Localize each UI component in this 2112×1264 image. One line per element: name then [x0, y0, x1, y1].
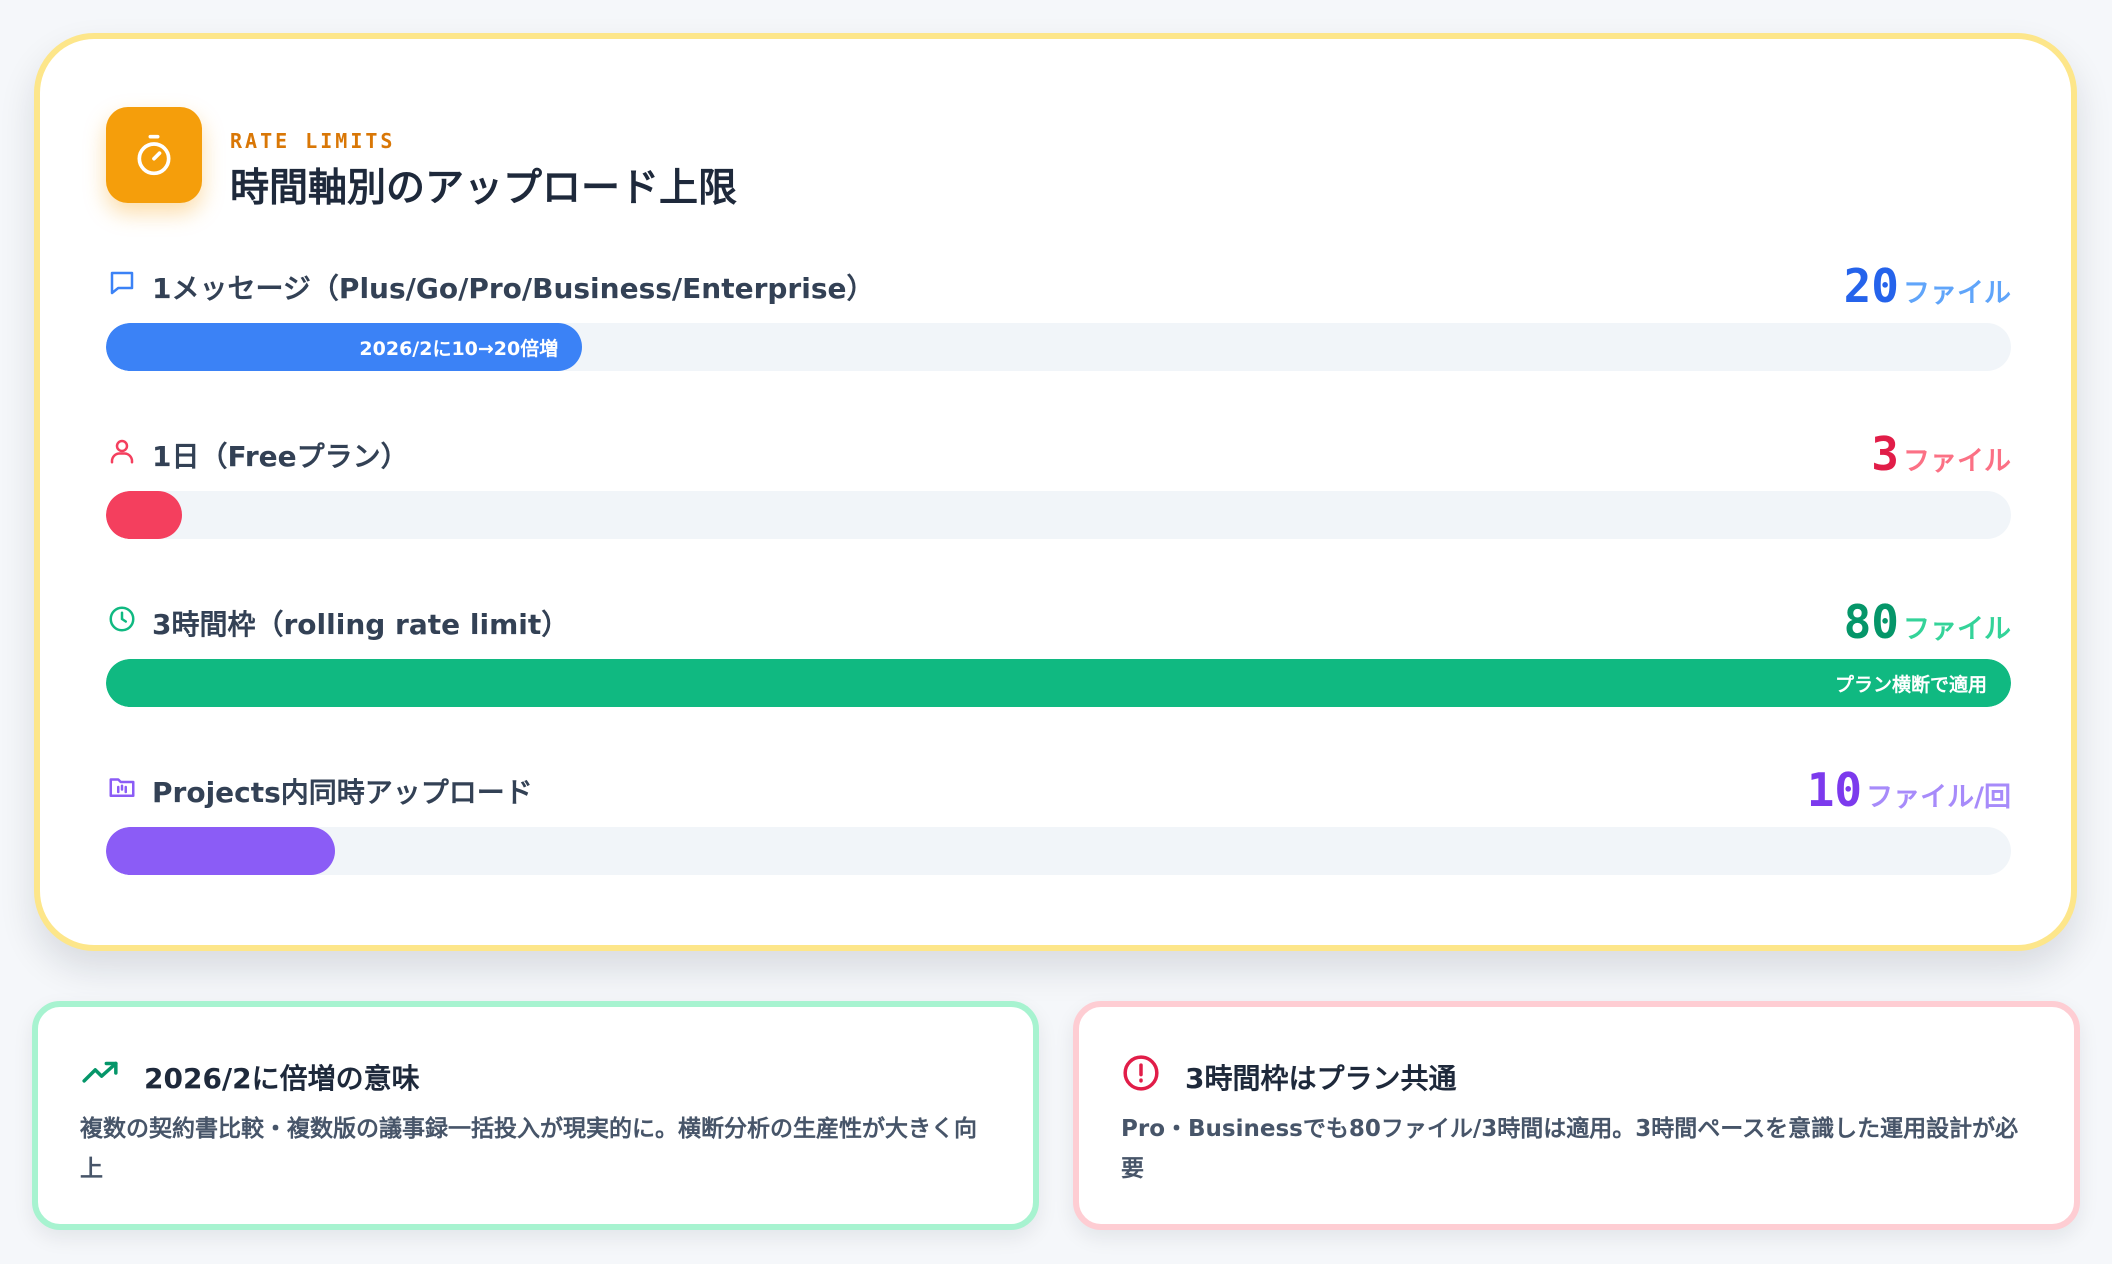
stopwatch-icon	[106, 107, 202, 203]
clock-icon	[106, 603, 138, 635]
limit-bar-fill: 2026/2に10→20倍増	[106, 323, 583, 371]
limit-number: 10	[1806, 763, 1863, 817]
alert-circle-icon	[1121, 1053, 1161, 1093]
limit-bar-fill: プラン横断で適用	[106, 659, 2011, 707]
limit-number: 80	[1843, 595, 1899, 649]
card-title: 時間軸別のアップロード上限	[230, 166, 738, 211]
limit-row-three-hour: 3時間枠（rolling rate limit） 80 ファイル プラン横断で適…	[106, 595, 2011, 725]
limit-row-daily-free: 1日（Freeプラン） 3 ファイル	[106, 427, 2011, 557]
note-title: 3時間枠はプラン共通	[1185, 1062, 1457, 1095]
note-body: Pro・Businessでも80ファイル/3時間は適用。3時間ペースを意識した運…	[1121, 1116, 2019, 1182]
limit-bar-fill	[106, 491, 183, 539]
limit-value: 20 ファイル	[1844, 259, 2011, 313]
limit-number: 3	[1871, 427, 1899, 481]
folder-icon	[106, 771, 138, 803]
limit-unit: ファイル/回	[1866, 782, 2011, 813]
limit-unit: ファイル	[1903, 446, 2011, 477]
user-icon	[106, 435, 138, 467]
message-icon	[106, 267, 138, 299]
limit-bar-track: プラン横断で適用	[106, 659, 2011, 707]
note-card-shared-window: 3時間枠はプラン共通 Pro・Businessでも80ファイル/3時間は適用。3…	[1073, 1001, 2080, 1230]
limit-bar-track: 2026/2に10→20倍増	[106, 323, 2011, 371]
limit-bar-label: 2026/2に10→20倍増	[359, 337, 559, 360]
limit-value: 3 ファイル	[1871, 427, 2011, 481]
limit-bar-label: プラン横断で適用	[1834, 673, 1987, 696]
limit-label: 1メッセージ（Plus/Go/Pro/Business/Enterprise）	[152, 272, 875, 305]
limit-bar-track	[106, 827, 2011, 875]
limit-number: 20	[1843, 259, 1899, 313]
limit-unit: ファイル	[1903, 614, 2011, 645]
limit-label: 1日（Freeプラン）	[152, 440, 409, 473]
trending-up-icon	[80, 1053, 120, 1093]
limit-label: 3時間枠（rolling rate limit）	[152, 608, 570, 641]
note-card-doubling: 2026/2に倍増の意味 複数の契約書比較・複数版の議事録一括投入が現実的に。横…	[32, 1001, 1039, 1230]
limit-unit: ファイル	[1903, 278, 2011, 309]
limit-value: 10 ファイル/回	[1807, 763, 2011, 817]
limit-row-per-message: 1メッセージ（Plus/Go/Pro/Business/Enterprise） …	[106, 259, 2011, 389]
limit-bar-track	[106, 491, 2011, 539]
note-body: 複数の契約書比較・複数版の議事録一括投入が現実的に。横断分析の生産性が大きく向上	[80, 1116, 977, 1182]
limit-row-projects: Projects内同時アップロード 10 ファイル/回	[106, 763, 2011, 893]
limit-label: Projects内同時アップロード	[152, 776, 533, 809]
note-title: 2026/2に倍増の意味	[144, 1062, 420, 1095]
section-eyebrow: RATE LIMITS	[230, 129, 396, 153]
limit-bar-fill	[106, 827, 335, 875]
limit-value: 80 ファイル	[1844, 595, 2011, 649]
rate-limits-card: RATE LIMITS 時間軸別のアップロード上限 1メッセージ（Plus/Go…	[34, 33, 2077, 951]
